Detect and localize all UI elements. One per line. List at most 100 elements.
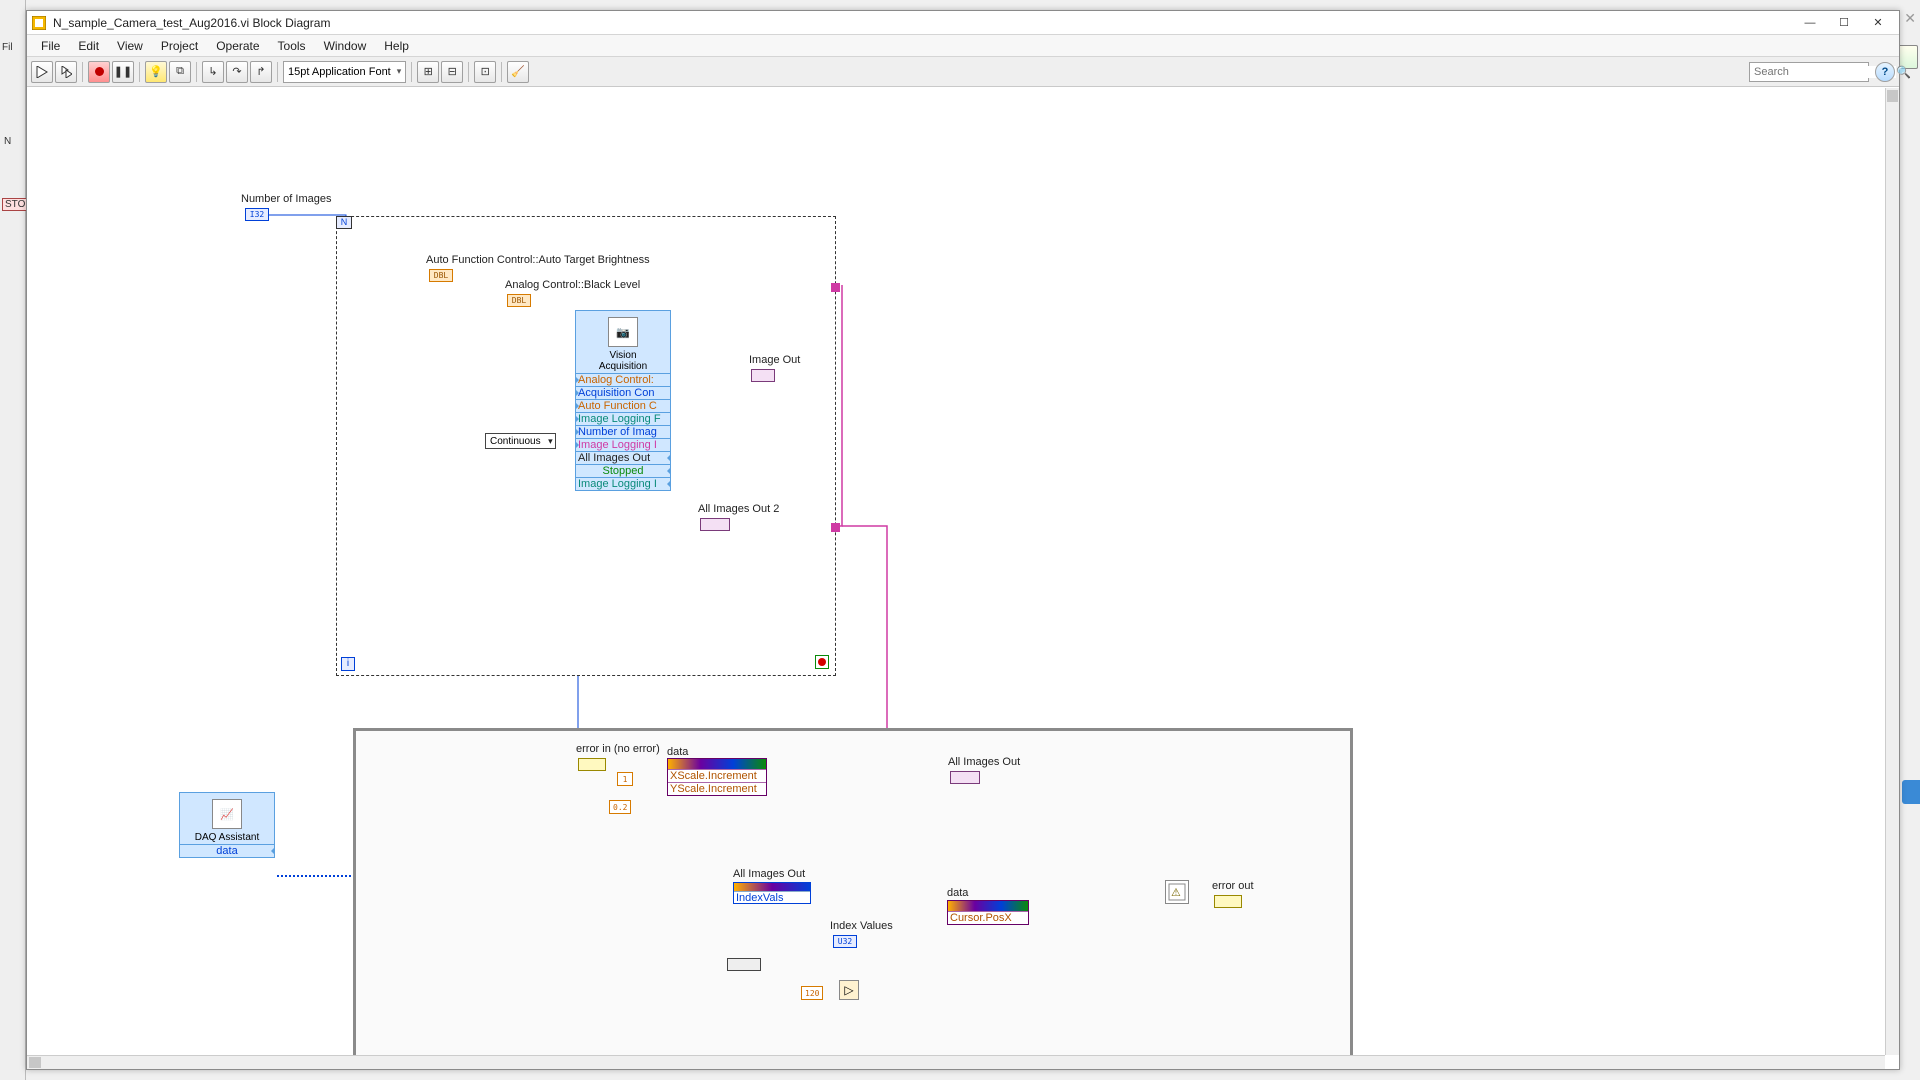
propnode2-cursor: Cursor.PosX bbox=[948, 911, 1028, 924]
all-images-out-indicator[interactable] bbox=[950, 771, 980, 784]
left-file-stub: Fil bbox=[2, 42, 13, 53]
index-values-indicator[interactable]: U32 bbox=[833, 935, 857, 948]
minimize-button[interactable]: — bbox=[1793, 12, 1827, 34]
font-selector[interactable]: 15pt Application Font▾ bbox=[283, 61, 406, 83]
pause-button[interactable]: ❚❚ bbox=[112, 61, 134, 83]
abort-button[interactable] bbox=[88, 61, 110, 83]
search-icon[interactable]: 🔍 bbox=[1896, 65, 1911, 79]
while-loop[interactable]: i TF bbox=[353, 728, 1353, 1055]
run-continuously-button[interactable] bbox=[55, 61, 77, 83]
menubar: File Edit View Project Operate Tools Win… bbox=[27, 35, 1899, 57]
step-into-button[interactable]: ↳ bbox=[202, 61, 224, 83]
toolbar: ❚❚ 💡 ⧉ ↳ ↷ ↱ 15pt Application Font▾ ⊞ ⊟ … bbox=[27, 57, 1899, 87]
va-row-imglog2: Image Logging I bbox=[576, 438, 670, 451]
propnode-xscale: XScale.Increment bbox=[668, 769, 766, 782]
error-in-label: error in (no error) bbox=[576, 743, 660, 755]
for-loop-conditional-terminal[interactable] bbox=[815, 655, 829, 669]
index-values-label: Index Values bbox=[830, 920, 893, 932]
merge-errors-function[interactable]: ⚠ bbox=[1165, 880, 1189, 904]
menu-edit[interactable]: Edit bbox=[70, 37, 107, 55]
daq-assistant-expressvi[interactable]: 📈 DAQ Assistant data bbox=[179, 792, 275, 858]
const-0.2[interactable]: 0.2 bbox=[609, 800, 631, 814]
data-property-node[interactable]: XScale.Increment YScale.Increment bbox=[667, 758, 767, 796]
index-array-node[interactable] bbox=[727, 958, 761, 971]
image-out-indicator[interactable] bbox=[751, 369, 775, 382]
for-loop-n-terminal[interactable]: N bbox=[336, 216, 352, 229]
reorder-button[interactable]: ⊡ bbox=[474, 61, 496, 83]
context-help-button[interactable]: ? bbox=[1875, 62, 1895, 82]
run-button[interactable] bbox=[31, 61, 53, 83]
error-in-control[interactable] bbox=[578, 758, 606, 771]
menu-tools[interactable]: Tools bbox=[270, 37, 314, 55]
propnode-yscale: YScale.Increment bbox=[668, 782, 766, 795]
teamviewer-tab[interactable] bbox=[1902, 780, 1920, 804]
daq-assistant-icon: 📈 bbox=[212, 799, 242, 829]
block-diagram-canvas[interactable]: Number of Images I32 N i Auto Function C… bbox=[27, 88, 1885, 1055]
all-images-out-top-label: All Images Out bbox=[948, 756, 1020, 768]
menu-project[interactable]: Project bbox=[153, 37, 206, 55]
va-row-imglog3: Image Logging I bbox=[576, 477, 670, 490]
error-out-label: error out bbox=[1212, 880, 1254, 892]
horizontal-scrollbar[interactable] bbox=[27, 1055, 1885, 1069]
data-property-node-2[interactable]: Cursor.PosX bbox=[947, 900, 1029, 925]
menu-help[interactable]: Help bbox=[376, 37, 417, 55]
auto-function-brightness-label: Auto Function Control::Auto Target Brigh… bbox=[426, 254, 650, 266]
analog-black-level-label: Analog Control::Black Level bbox=[505, 279, 640, 291]
close-button[interactable]: ✕ bbox=[1861, 12, 1895, 34]
all-images-out-2-indicator[interactable] bbox=[700, 518, 730, 531]
vision-acquisition-expressvi[interactable]: 📷 VisionAcquisition Analog Control: Acqu… bbox=[575, 310, 671, 491]
vertical-scrollbar[interactable] bbox=[1885, 88, 1899, 1055]
left-N-stub: N bbox=[4, 136, 11, 147]
va-row-stopped: Stopped bbox=[576, 464, 670, 477]
menu-view[interactable]: View bbox=[109, 37, 151, 55]
const-120[interactable]: 120 bbox=[801, 986, 823, 1000]
number-of-images-control[interactable]: I32 bbox=[245, 208, 269, 221]
distribute-button[interactable]: ⊟ bbox=[441, 61, 463, 83]
image-out-label: Image Out bbox=[749, 354, 800, 366]
error-out-indicator[interactable] bbox=[1214, 895, 1242, 908]
retain-wire-values-button[interactable]: ⧉ bbox=[169, 61, 191, 83]
va-row-numimg: Number of Imag bbox=[576, 425, 670, 438]
daq-assistant-name: DAQ Assistant bbox=[180, 831, 274, 844]
main-window: N_sample_Camera_test_Aug2016.vi Block Di… bbox=[26, 10, 1900, 1070]
tunnel-image-out bbox=[831, 283, 840, 292]
tunnel-all-images-2 bbox=[831, 523, 840, 532]
divide-function[interactable]: ▷ bbox=[839, 980, 859, 1000]
auto-function-brightness-control[interactable]: DBL bbox=[429, 269, 453, 282]
analog-black-level-control[interactable]: DBL bbox=[507, 294, 531, 307]
acquisition-mode-ring[interactable]: Continuous bbox=[485, 433, 556, 449]
data-propnode-label: data bbox=[667, 746, 688, 758]
step-out-button[interactable]: ↱ bbox=[250, 61, 272, 83]
menu-window[interactable]: Window bbox=[316, 37, 375, 55]
va-row-imglog1: Image Logging F bbox=[576, 412, 670, 425]
maximize-button[interactable]: ☐ bbox=[1827, 12, 1861, 34]
va-row-autofunc: Auto Function C bbox=[576, 399, 670, 412]
va-row-acq: Acquisition Con bbox=[576, 386, 670, 399]
menu-file[interactable]: File bbox=[33, 37, 68, 55]
data-propnode2-label: data bbox=[947, 887, 968, 899]
all-images-out-2-label: All Images Out 2 bbox=[698, 503, 779, 515]
all-images-out-property-node[interactable]: IndexVals bbox=[733, 882, 811, 904]
labview-app-icon bbox=[31, 15, 47, 31]
daq-row-data: data bbox=[180, 844, 274, 857]
align-button[interactable]: ⊞ bbox=[417, 61, 439, 83]
menu-operate[interactable]: Operate bbox=[208, 37, 267, 55]
search-box[interactable]: 🔍 bbox=[1749, 62, 1869, 82]
step-over-button[interactable]: ↷ bbox=[226, 61, 248, 83]
va-row-analog: Analog Control: bbox=[576, 373, 670, 386]
svg-text:⚠: ⚠ bbox=[1171, 887, 1181, 899]
highlight-execution-button[interactable]: 💡 bbox=[145, 61, 167, 83]
for-loop-i-terminal: i bbox=[341, 657, 355, 671]
window-title: N_sample_Camera_test_Aug2016.vi Block Di… bbox=[53, 16, 1793, 30]
vision-acquisition-name: VisionAcquisition bbox=[576, 349, 670, 373]
const-1[interactable]: 1 bbox=[617, 772, 633, 786]
number-of-images-label: Number of Images bbox=[241, 193, 331, 205]
all-images-out-lower-label: All Images Out bbox=[733, 868, 805, 880]
outer-close-icon[interactable]: ✕ bbox=[1904, 10, 1916, 27]
left-edge-other-window: Fil N STO bbox=[0, 0, 26, 1080]
cleanup-diagram-button[interactable]: 🧹 bbox=[507, 61, 529, 83]
titlebar[interactable]: N_sample_Camera_test_Aug2016.vi Block Di… bbox=[27, 11, 1899, 35]
left-stop-stub: STO bbox=[2, 198, 28, 211]
arridx-indexvals: IndexVals bbox=[734, 891, 810, 903]
vision-acquisition-icon: 📷 bbox=[608, 317, 638, 347]
